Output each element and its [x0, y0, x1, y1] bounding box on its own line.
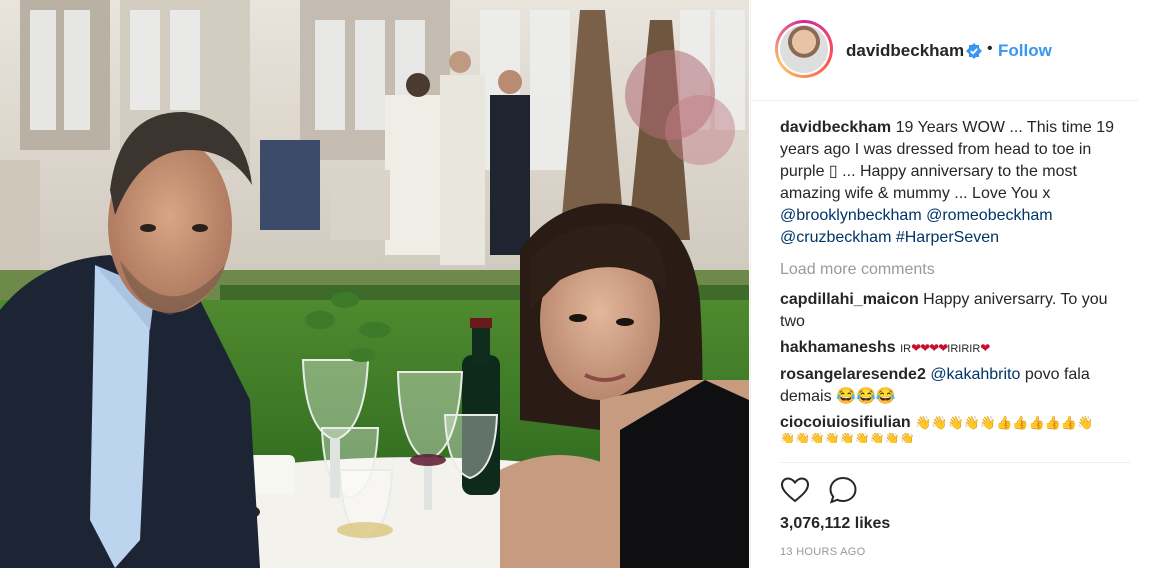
separator-dot: •: [987, 40, 993, 57]
comment-item: rosangelaresende2 @kakahbrito povo fala …: [780, 364, 1130, 408]
post-side-panel: davidbeckham • Follow davidbeckham 19 Ye…: [750, 0, 1149, 568]
mention-link[interactable]: @kakahbrito: [930, 366, 1020, 383]
comment-item: capdillahi_maicon Happy aniversarry. To …: [780, 289, 1130, 333]
post-photo[interactable]: [0, 0, 749, 568]
post-header: davidbeckham • Follow: [751, 0, 1138, 101]
laughing-emojis: 😂😂😂: [836, 388, 896, 405]
comments-list: davidbeckham 19 Years WOW ... This time …: [780, 117, 1130, 443]
hand-emojis: 👋👋👋👋👋👍👍👍👍👍👋: [915, 415, 1094, 430]
heart-emojis: ❤: [980, 341, 990, 355]
comment-username[interactable]: ciocoiuiosifiulian: [780, 414, 911, 431]
avatar-image: [780, 25, 828, 73]
hand-emojis-overflow: 👋👋👋👋👋👋👋👋👋: [780, 433, 915, 443]
caption-username[interactable]: davidbeckham: [780, 119, 891, 136]
comment-username[interactable]: rosangelaresende2: [780, 366, 926, 383]
caption-missing-glyph: ▯: [828, 163, 838, 180]
avatar-image-frame: [778, 23, 830, 75]
heart-emojis: ❤❤❤❤: [911, 341, 948, 355]
comment-icon[interactable]: [827, 474, 859, 506]
post-timestamp[interactable]: 13 HOURS AGO: [780, 546, 866, 558]
header-username[interactable]: davidbeckham: [846, 41, 964, 61]
mention-link[interactable]: @brooklynbeckham: [780, 207, 922, 224]
comment-text: IR: [900, 343, 912, 355]
load-more-comments[interactable]: Load more comments: [780, 259, 1130, 281]
hashtag-link[interactable]: #HarperSeven: [896, 229, 999, 246]
avatar[interactable]: [775, 20, 833, 78]
heart-icon[interactable]: [779, 474, 811, 506]
divider: [780, 462, 1130, 463]
follow-button[interactable]: Follow: [998, 41, 1052, 61]
comment-item: hakhamaneshs IR❤❤❤❤IRIRIR❤: [780, 337, 1130, 360]
likes-count[interactable]: 3,076,112 likes: [780, 515, 890, 533]
comment-item: ciocoiuiosifiulian 👋👋👋👋👋👍👍👍👍👍👋 👋👋👋👋👋👋👋👋👋: [780, 412, 1130, 443]
caption: davidbeckham 19 Years WOW ... This time …: [780, 117, 1130, 249]
photo-illustration: [0, 0, 749, 568]
mention-link[interactable]: @cruzbeckham: [780, 229, 891, 246]
mention-link[interactable]: @romeobeckham: [926, 207, 1053, 224]
comment-username[interactable]: capdillahi_maicon: [780, 291, 919, 308]
comment-text: IRIRIR: [947, 343, 981, 355]
verified-icon: [966, 43, 982, 59]
comment-username[interactable]: hakhamaneshs: [780, 339, 896, 356]
